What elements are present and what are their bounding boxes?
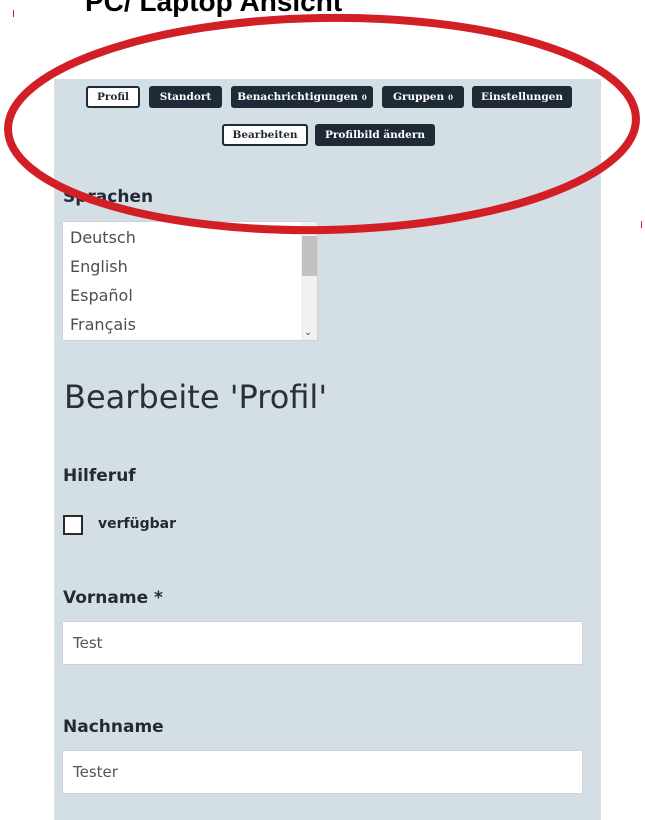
chevron-down-icon[interactable]: ⌄ bbox=[304, 327, 312, 338]
annotation-tick-right bbox=[641, 221, 642, 228]
verfuegbar-label: verfügbar bbox=[98, 516, 176, 532]
sprachen-heading: Sprachen bbox=[63, 187, 154, 207]
tab-benachrichtigungen-label: Benachrichtigungen bbox=[237, 91, 358, 103]
tab-benachrichtigungen[interactable]: Benachrichtigungen 0 bbox=[231, 86, 373, 108]
tab-standort[interactable]: Standort bbox=[149, 86, 222, 108]
page-title: Bearbeite 'Profil' bbox=[64, 378, 328, 416]
listbox-scrollbar[interactable]: ⌄ bbox=[301, 222, 317, 340]
language-option[interactable]: English bbox=[70, 257, 128, 276]
benachrichtigungen-count-badge: 0 bbox=[361, 92, 367, 102]
tab-profil-label: Profil bbox=[96, 91, 130, 103]
sprachen-listbox[interactable]: Deutsch English Español Français ⌄ bbox=[62, 221, 318, 341]
tab-profil[interactable]: Profil bbox=[86, 86, 140, 108]
tab-gruppen-label: Gruppen bbox=[392, 91, 445, 103]
language-option[interactable]: Deutsch bbox=[70, 228, 136, 247]
tab-einstellungen-label: Einstellungen bbox=[481, 91, 563, 103]
verfuegbar-checkbox[interactable] bbox=[63, 515, 83, 535]
language-option[interactable]: Español bbox=[70, 286, 133, 305]
tab-standort-label: Standort bbox=[159, 91, 212, 103]
page-caption: PC/ Laptop Ansicht bbox=[85, 0, 343, 17]
language-option[interactable]: Français bbox=[70, 315, 136, 334]
nachname-input[interactable] bbox=[62, 750, 583, 794]
scrollbar-thumb[interactable] bbox=[302, 236, 317, 276]
bearbeiten-button[interactable]: Bearbeiten bbox=[222, 124, 308, 146]
annotation-tick-left bbox=[13, 10, 14, 17]
profilbild-aendern-button-label: Profilbild ändern bbox=[325, 129, 425, 141]
vorname-label: Vorname * bbox=[63, 588, 163, 608]
nachname-label: Nachname bbox=[63, 717, 164, 737]
gruppen-count-badge: 0 bbox=[448, 92, 453, 102]
tab-einstellungen[interactable]: Einstellungen bbox=[472, 86, 572, 108]
profilbild-aendern-button[interactable]: Profilbild ändern bbox=[315, 124, 435, 146]
hilferuf-heading: Hilferuf bbox=[63, 466, 136, 486]
tab-gruppen[interactable]: Gruppen 0 bbox=[382, 86, 464, 108]
vorname-input[interactable] bbox=[62, 621, 583, 665]
bearbeiten-button-label: Bearbeiten bbox=[232, 129, 298, 141]
